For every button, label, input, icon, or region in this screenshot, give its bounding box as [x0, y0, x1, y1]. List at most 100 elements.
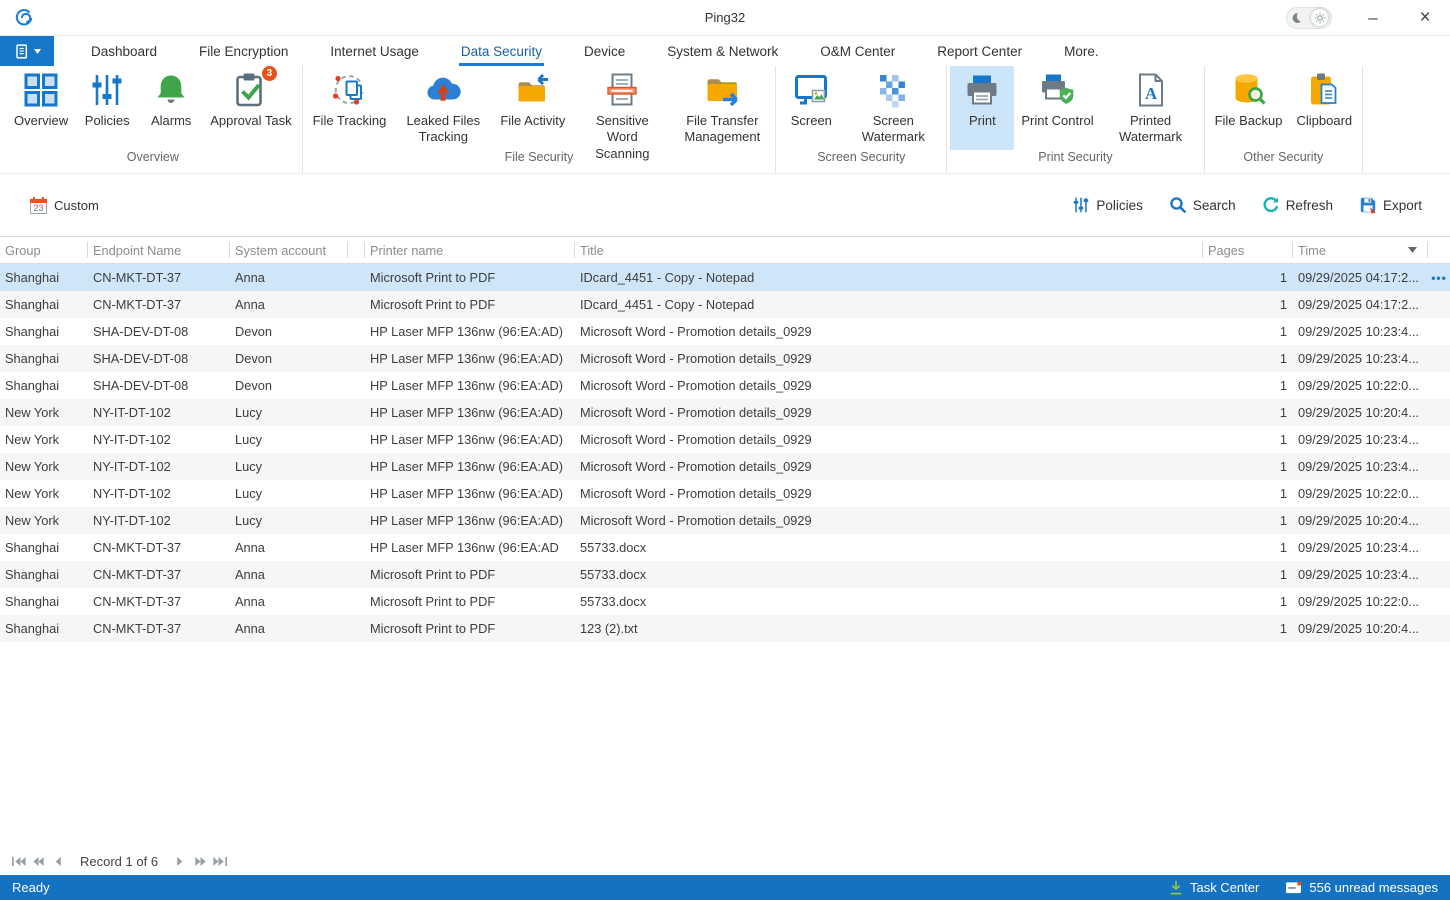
- task-center-button[interactable]: Task Center: [1169, 880, 1259, 895]
- column-header-time[interactable]: Time: [1293, 237, 1428, 263]
- chevron-down-icon: [34, 49, 41, 54]
- cell-endpoint: NY-IT-DT-102: [88, 459, 230, 474]
- tab-dashboard[interactable]: Dashboard: [70, 36, 178, 66]
- theme-toggle[interactable]: [1286, 7, 1332, 29]
- tab-report-center[interactable]: Report Center: [916, 36, 1043, 66]
- ribbon-item-alarms[interactable]: Alarms: [139, 66, 203, 150]
- ribbon-item-leaked-files-tracking[interactable]: Leaked Files Tracking: [393, 66, 493, 150]
- toolbar-policies-button[interactable]: Policies: [1072, 196, 1143, 214]
- cell-endpoint: SHA-DEV-DT-08: [88, 324, 230, 339]
- cell-pages: 1: [1203, 432, 1293, 447]
- table-row[interactable]: New YorkNY-IT-DT-102LucyHP Laser MFP 136…: [0, 453, 1450, 480]
- toolbar-export-button[interactable]: Export: [1359, 196, 1422, 214]
- ribbon-item-file-backup[interactable]: File Backup: [1208, 66, 1290, 150]
- table-row[interactable]: ShanghaiSHA-DEV-DT-08DevonHP Laser MFP 1…: [0, 345, 1450, 372]
- ribbon-item-approval-task[interactable]: 3Approval Task: [203, 66, 298, 150]
- unread-messages-button[interactable]: 556 unread messages: [1285, 880, 1438, 895]
- cell-time: 09/29/2025 10:20:4...: [1293, 405, 1428, 420]
- tab-device[interactable]: Device: [563, 36, 646, 66]
- cell-time: 09/29/2025 10:23:4...: [1293, 459, 1428, 474]
- column-header-endpoint-name[interactable]: Endpoint Name: [88, 237, 230, 263]
- ribbon-item-screen[interactable]: Screen: [779, 66, 843, 150]
- overview-grid-icon: [23, 72, 59, 108]
- column-header-pages[interactable]: Pages: [1203, 237, 1293, 263]
- next-record-button[interactable]: [170, 854, 190, 870]
- table-row[interactable]: ShanghaiCN-MKT-DT-37AnnaMicrosoft Print …: [0, 561, 1450, 588]
- cell-endpoint: CN-MKT-DT-37: [88, 540, 230, 555]
- table-row[interactable]: New YorkNY-IT-DT-102LucyHP Laser MFP 136…: [0, 507, 1450, 534]
- table-row[interactable]: ShanghaiSHA-DEV-DT-08DevonHP Laser MFP 1…: [0, 372, 1450, 399]
- row-actions-button[interactable]: •••: [1431, 271, 1447, 285]
- ribbon-item-label: Printed Watermark: [1108, 113, 1194, 146]
- column-header-title[interactable]: Title: [575, 237, 1203, 263]
- first-record-button[interactable]: [8, 854, 28, 870]
- ribbon-item-label: Screen Watermark: [850, 113, 936, 146]
- cell-account: Anna: [230, 567, 348, 582]
- app-menu-button[interactable]: [0, 36, 54, 66]
- column-header-system-account[interactable]: System account: [230, 237, 348, 263]
- table-row[interactable]: ShanghaiCN-MKT-DT-37AnnaMicrosoft Print …: [0, 588, 1450, 615]
- table-row[interactable]: ShanghaiCN-MKT-DT-37AnnaMicrosoft Print …: [0, 264, 1450, 291]
- table-row[interactable]: ShanghaiCN-MKT-DT-37AnnaMicrosoft Print …: [0, 291, 1450, 318]
- ribbon-item-file-transfer-management[interactable]: File Transfer Management: [672, 66, 772, 150]
- export-icon: [1359, 196, 1377, 214]
- tab-o-m-center[interactable]: O&M Center: [799, 36, 916, 66]
- ribbon-item-file-activity[interactable]: File Activity: [493, 66, 572, 150]
- ribbon-group-label: Other Security: [1208, 150, 1360, 173]
- fast-forward-button[interactable]: [190, 854, 210, 870]
- table-row[interactable]: New YorkNY-IT-DT-102LucyHP Laser MFP 136…: [0, 399, 1450, 426]
- ribbon-item-label: Overview: [14, 113, 68, 129]
- record-navigator: Record 1 of 6: [0, 848, 1450, 875]
- tab-system-network[interactable]: System & Network: [646, 36, 799, 66]
- cell-group: New York: [0, 486, 88, 501]
- cell-time: 09/29/2025 04:17:2...: [1293, 270, 1428, 285]
- table-row[interactable]: New YorkNY-IT-DT-102LucyHP Laser MFP 136…: [0, 426, 1450, 453]
- table-row[interactable]: ShanghaiSHA-DEV-DT-08DevonHP Laser MFP 1…: [0, 318, 1450, 345]
- cell-endpoint: CN-MKT-DT-37: [88, 594, 230, 609]
- last-record-button[interactable]: [210, 854, 230, 870]
- ribbon-item-sensitive-word-scanning[interactable]: Sensitive Word Scanning: [572, 66, 672, 150]
- tab-more[interactable]: More.: [1043, 36, 1120, 66]
- ribbon-item-overview[interactable]: Overview: [7, 66, 75, 150]
- ribbon-item-clipboard[interactable]: Clipboard: [1290, 66, 1360, 150]
- cell-group: Shanghai: [0, 567, 88, 582]
- ribbon-item-file-tracking[interactable]: File Tracking: [306, 66, 394, 150]
- cell-printer: HP Laser MFP 136nw (96:EA:AD): [365, 513, 575, 528]
- custom-date-filter-button[interactable]: 23 Custom: [30, 197, 99, 214]
- ribbon-item-print[interactable]: Print: [950, 66, 1014, 150]
- column-header-printer-name[interactable]: Printer name: [365, 237, 575, 263]
- minimize-button[interactable]: –: [1362, 7, 1384, 29]
- fast-backward-button[interactable]: [28, 854, 48, 870]
- cell-group: New York: [0, 459, 88, 474]
- column-header-group[interactable]: Group: [0, 237, 88, 263]
- cell-endpoint: NY-IT-DT-102: [88, 486, 230, 501]
- moon-icon: [1290, 12, 1302, 24]
- table-header: GroupEndpoint NameSystem account Printer …: [0, 236, 1450, 264]
- table-row[interactable]: New YorkNY-IT-DT-102LucyHP Laser MFP 136…: [0, 480, 1450, 507]
- time-filter-dropdown-icon[interactable]: [1408, 247, 1423, 253]
- tab-internet-usage[interactable]: Internet Usage: [309, 36, 440, 66]
- ribbon-item-label: Clipboard: [1297, 113, 1353, 129]
- previous-record-button[interactable]: [48, 854, 68, 870]
- table-row[interactable]: ShanghaiCN-MKT-DT-37AnnaMicrosoft Print …: [0, 615, 1450, 642]
- ribbon-item-printed-watermark[interactable]: APrinted Watermark: [1101, 66, 1201, 150]
- cell-group: New York: [0, 432, 88, 447]
- cell-endpoint: NY-IT-DT-102: [88, 405, 230, 420]
- close-button[interactable]: ×: [1414, 7, 1436, 29]
- ribbon-item-policies[interactable]: Policies: [75, 66, 139, 150]
- cell-time: 09/29/2025 10:22:0...: [1293, 378, 1428, 393]
- tab-data-security[interactable]: Data Security: [440, 36, 563, 66]
- toolbar-search-button[interactable]: Search: [1169, 196, 1236, 214]
- screen-watermark-icon: [875, 72, 911, 108]
- toolbar-refresh-button[interactable]: Refresh: [1262, 196, 1333, 214]
- cell-time: 09/29/2025 10:23:4...: [1293, 540, 1428, 555]
- tab-file-encryption[interactable]: File Encryption: [178, 36, 309, 66]
- cell-pages: 1: [1203, 567, 1293, 582]
- badge-count: 3: [262, 66, 277, 81]
- cell-group: Shanghai: [0, 594, 88, 609]
- table-row[interactable]: ShanghaiCN-MKT-DT-37AnnaHP Laser MFP 136…: [0, 534, 1450, 561]
- ribbon-item-print-control[interactable]: Print Control: [1014, 66, 1100, 150]
- ribbon-item-screen-watermark[interactable]: Screen Watermark: [843, 66, 943, 150]
- cell-title: Microsoft Word - Promotion details_0929: [575, 351, 1203, 366]
- cell-printer: HP Laser MFP 136nw (96:EA:AD): [365, 378, 575, 393]
